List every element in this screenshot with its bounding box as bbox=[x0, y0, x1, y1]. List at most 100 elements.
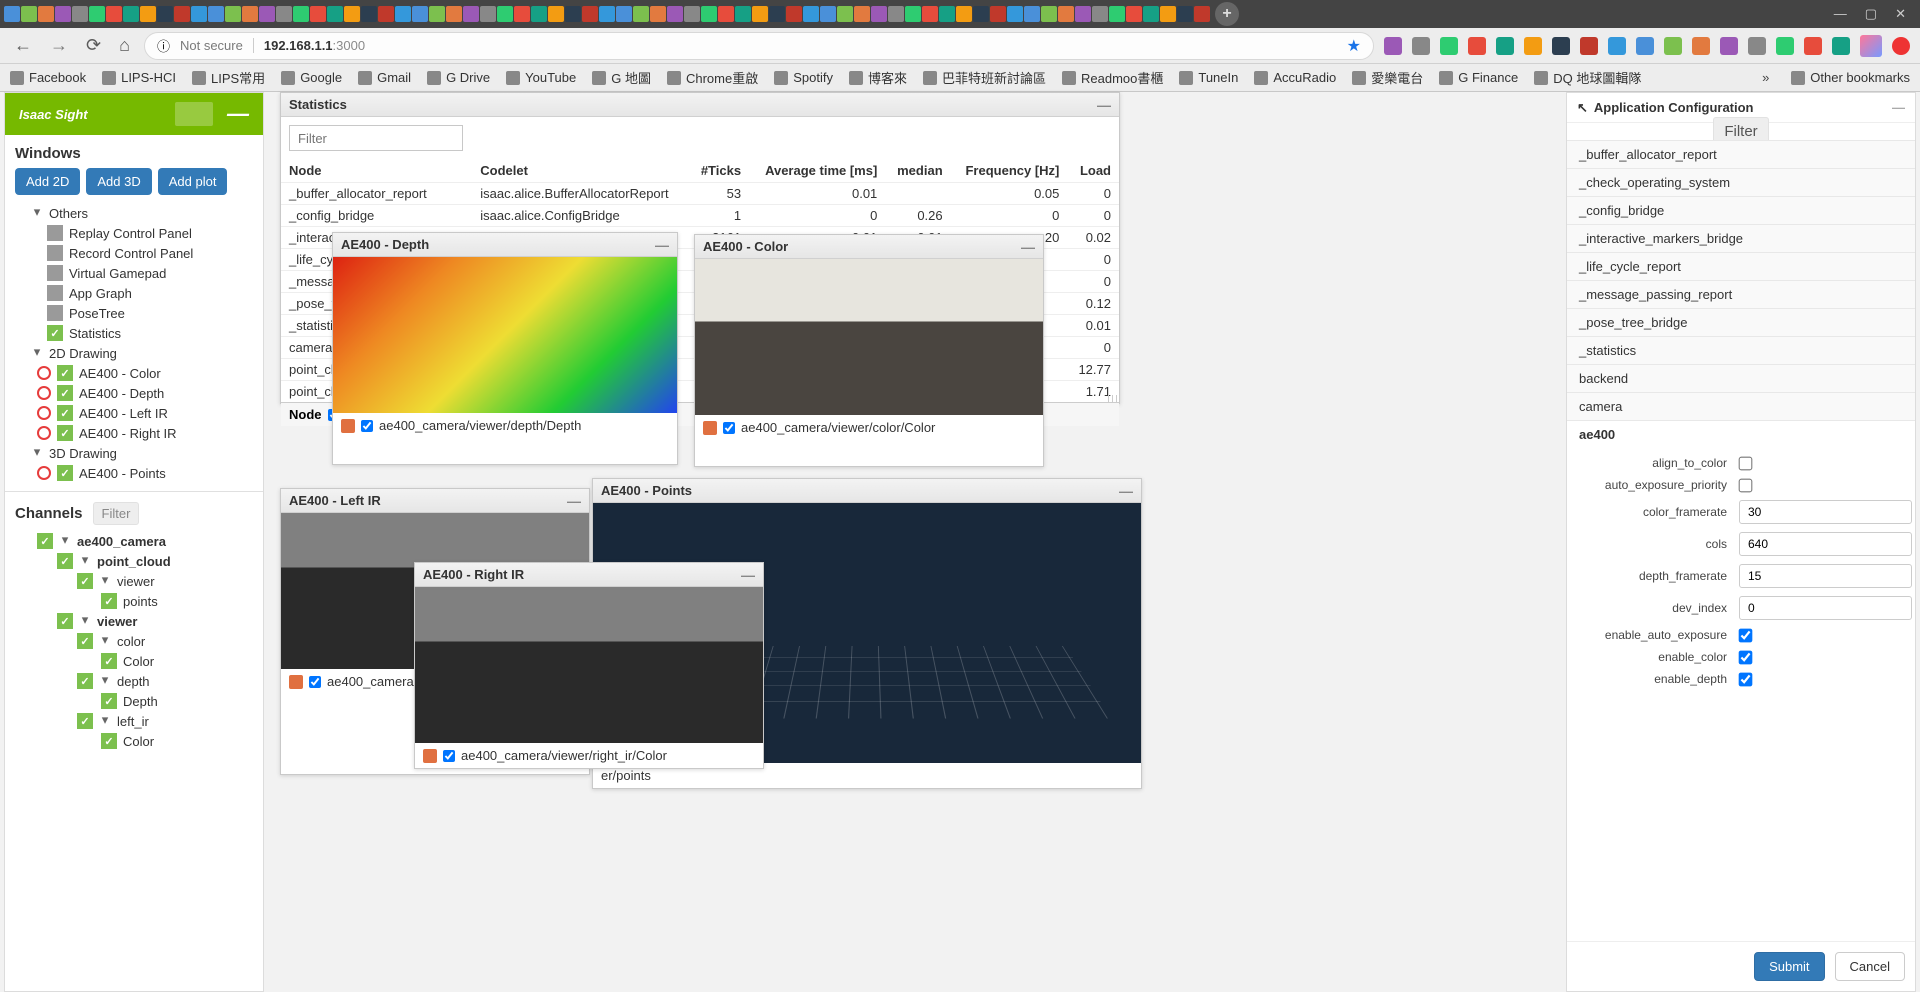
tab-favicon[interactable] bbox=[616, 6, 632, 22]
extension-icon[interactable] bbox=[1892, 37, 1910, 55]
tab-favicon[interactable] bbox=[633, 6, 649, 22]
tab-favicon[interactable] bbox=[769, 6, 785, 22]
config-node-item[interactable]: _statistics bbox=[1567, 336, 1915, 364]
config-node-item[interactable]: backend bbox=[1567, 364, 1915, 392]
check-icon[interactable] bbox=[101, 653, 117, 669]
toggle-icon[interactable] bbox=[47, 285, 63, 301]
ch-points[interactable]: points bbox=[13, 591, 255, 611]
tab-favicon[interactable] bbox=[174, 6, 190, 22]
ch-leftir-Color[interactable]: Color bbox=[13, 731, 255, 751]
tab-favicon[interactable] bbox=[684, 6, 700, 22]
tab-favicon[interactable] bbox=[55, 6, 71, 22]
bookmark-item[interactable]: DQ 地球圖輯隊 bbox=[1534, 68, 1641, 87]
tab-favicon[interactable] bbox=[1160, 6, 1176, 22]
stats-col-header[interactable]: Frequency [Hz] bbox=[951, 159, 1068, 183]
ch-Depth[interactable]: Depth bbox=[13, 691, 255, 711]
stats-col-header[interactable]: Node bbox=[281, 159, 472, 183]
tab-favicon[interactable] bbox=[429, 6, 445, 22]
ch-pointcloud[interactable]: ▾point_cloud bbox=[13, 551, 255, 571]
tab-favicon[interactable] bbox=[225, 6, 241, 22]
stats-col-header[interactable]: Codelet bbox=[472, 159, 689, 183]
extension-icon[interactable] bbox=[1664, 37, 1682, 55]
extension-icon[interactable] bbox=[1412, 37, 1430, 55]
channel-checkbox[interactable] bbox=[723, 422, 735, 434]
new-tab-button[interactable]: + bbox=[1215, 2, 1239, 26]
tree-item-replay[interactable]: Replay Control Panel bbox=[13, 223, 255, 243]
extension-icon[interactable] bbox=[1776, 37, 1794, 55]
check-icon[interactable] bbox=[37, 533, 53, 549]
config-text-input[interactable] bbox=[1739, 564, 1912, 588]
tab-favicon[interactable] bbox=[123, 6, 139, 22]
tab-favicon[interactable] bbox=[140, 6, 156, 22]
config-node-selected[interactable]: ae400 bbox=[1567, 420, 1915, 448]
ch-Color[interactable]: Color bbox=[13, 651, 255, 671]
tab-favicon[interactable] bbox=[412, 6, 428, 22]
tab-favicon[interactable] bbox=[871, 6, 887, 22]
bookmark-item[interactable]: G 地圖 bbox=[592, 68, 651, 87]
check-icon[interactable] bbox=[57, 365, 73, 381]
depth-panel[interactable]: AE400 - Depth— ae400_camera/viewer/depth… bbox=[332, 232, 678, 465]
tab-favicon[interactable] bbox=[599, 6, 615, 22]
remove-icon[interactable] bbox=[37, 466, 51, 480]
extension-icon[interactable] bbox=[1552, 37, 1570, 55]
ch-leftir[interactable]: ▾left_ir bbox=[13, 711, 255, 731]
check-icon[interactable] bbox=[101, 733, 117, 749]
close-window-icon[interactable]: ✕ bbox=[1895, 6, 1906, 22]
extension-icon[interactable] bbox=[1440, 37, 1458, 55]
remove-icon[interactable] bbox=[37, 426, 51, 440]
submit-button[interactable]: Submit bbox=[1754, 952, 1824, 981]
tab-favicon[interactable] bbox=[276, 6, 292, 22]
check-icon[interactable] bbox=[57, 465, 73, 481]
tab-favicon[interactable] bbox=[548, 6, 564, 22]
tab-favicon[interactable] bbox=[939, 6, 955, 22]
extension-icon[interactable] bbox=[1468, 37, 1486, 55]
tab-favicon[interactable] bbox=[327, 6, 343, 22]
tab-favicon[interactable] bbox=[4, 6, 20, 22]
toggle-icon[interactable] bbox=[47, 305, 63, 321]
profile-avatar[interactable] bbox=[1860, 35, 1882, 57]
tab-favicon[interactable] bbox=[191, 6, 207, 22]
extension-icon[interactable] bbox=[1636, 37, 1654, 55]
channel-checkbox[interactable] bbox=[309, 676, 321, 688]
extension-icon[interactable] bbox=[1720, 37, 1738, 55]
tree-group-3d[interactable]: ▾3D Drawing bbox=[13, 443, 255, 463]
ch-viewer[interactable]: ▾viewer bbox=[13, 611, 255, 631]
cancel-button[interactable]: Cancel bbox=[1835, 952, 1905, 981]
tab-favicon[interactable] bbox=[786, 6, 802, 22]
extension-icon[interactable] bbox=[1748, 37, 1766, 55]
config-text-input[interactable] bbox=[1739, 500, 1912, 524]
config-checkbox[interactable] bbox=[1739, 628, 1753, 642]
tree-item-statistics[interactable]: Statistics bbox=[13, 323, 255, 343]
check-icon[interactable] bbox=[47, 325, 63, 341]
omnibox[interactable]: ⓘ Not secure 192.168.1.1:3000 ★ bbox=[144, 32, 1374, 60]
min-window-icon[interactable]: — bbox=[1834, 6, 1847, 22]
tab-favicon[interactable] bbox=[480, 6, 496, 22]
extension-icon[interactable] bbox=[1608, 37, 1626, 55]
bookmark-item[interactable]: YouTube bbox=[506, 70, 576, 85]
tab-favicon[interactable] bbox=[1075, 6, 1091, 22]
channels-filter-button[interactable]: Filter bbox=[93, 502, 140, 525]
reload-button[interactable]: ⟳ bbox=[82, 35, 105, 56]
minimize-icon[interactable]: — bbox=[1119, 483, 1133, 499]
tab-favicon[interactable] bbox=[922, 6, 938, 22]
bookmark-item[interactable]: G Drive bbox=[427, 70, 490, 85]
check-icon[interactable] bbox=[57, 553, 73, 569]
check-icon[interactable] bbox=[77, 633, 93, 649]
panel-header[interactable]: AE400 - Left IR— bbox=[281, 489, 589, 513]
edit-icon[interactable] bbox=[703, 421, 717, 435]
tab-favicon[interactable] bbox=[735, 6, 751, 22]
tab-favicon[interactable] bbox=[1007, 6, 1023, 22]
config-text-input[interactable] bbox=[1739, 596, 1912, 620]
tree-group-others[interactable]: ▾Others bbox=[13, 203, 255, 223]
back-button[interactable]: ← bbox=[10, 35, 36, 56]
stats-col-header[interactable]: median bbox=[885, 159, 950, 183]
tab-favicon[interactable] bbox=[854, 6, 870, 22]
tab-favicon[interactable] bbox=[514, 6, 530, 22]
config-node-item[interactable]: _message_passing_report bbox=[1567, 280, 1915, 308]
tab-favicon[interactable] bbox=[1109, 6, 1125, 22]
tab-favicon[interactable] bbox=[310, 6, 326, 22]
config-checkbox[interactable] bbox=[1739, 456, 1753, 470]
bookmark-item[interactable]: 巴菲特班新討論區 bbox=[923, 68, 1046, 87]
ch-ae400[interactable]: ▾ae400_camera bbox=[13, 531, 255, 551]
bookmark-item[interactable]: Facebook bbox=[10, 70, 86, 85]
